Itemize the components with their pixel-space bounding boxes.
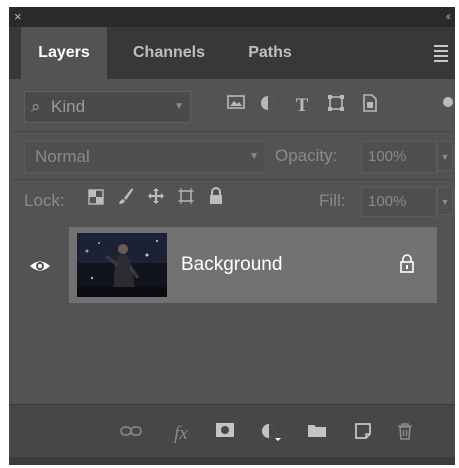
new-adjustment-layer-icon[interactable]: [259, 422, 283, 446]
lock-position-icon[interactable]: [145, 187, 167, 215]
smart-object-filter-icon[interactable]: [359, 94, 381, 118]
new-layer-icon[interactable]: [351, 422, 375, 446]
fill-label: Fill:: [319, 191, 346, 210]
blend-mode-value: Normal: [35, 147, 90, 166]
adjustment-filter-icon[interactable]: [257, 94, 279, 118]
lock-transparent-pixels-icon[interactable]: [85, 187, 107, 215]
chevron-down-icon: ▼: [249, 151, 259, 162]
tab-layers[interactable]: Layers: [21, 27, 107, 79]
layer-row[interactable]: Background: [9, 227, 455, 305]
search-icon: ⌕: [31, 97, 41, 116]
lock-icon: [399, 253, 415, 273]
filter-kind-select[interactable]: ⌕ Kind ▼: [24, 91, 191, 123]
lock-all-icon[interactable]: [205, 187, 227, 215]
tab-channels[interactable]: Channels: [113, 27, 225, 79]
blend-mode-select[interactable]: Normal ▼: [24, 141, 266, 173]
new-group-icon[interactable]: [305, 422, 329, 446]
fill-value: 100%: [368, 193, 407, 210]
opacity-value: 100%: [368, 148, 407, 165]
tab-bar: Layers Channels Paths: [9, 27, 455, 79]
layers-panel: × ‹‹ Layers Channels Paths ⌕ Kind ▼ T No…: [9, 7, 455, 465]
add-mask-icon[interactable]: [213, 422, 237, 446]
panel-titlebar: × ‹‹: [9, 7, 455, 27]
panel-body: ⌕ Kind ▼ T Normal ▼ Opacity: 100% ▼ Lock…: [9, 79, 455, 465]
fill-input[interactable]: 100%: [361, 187, 437, 217]
filter-toggle-icon[interactable]: [443, 97, 453, 107]
lock-artboard-icon[interactable]: [175, 187, 197, 215]
layer-thumbnail[interactable]: [77, 233, 167, 297]
eye-icon[interactable]: [29, 255, 51, 277]
panel-resize-handle[interactable]: [9, 457, 455, 465]
divider: [9, 131, 455, 132]
layers-bottom-toolbar: fx: [9, 404, 455, 465]
filter-kind-label: Kind: [51, 97, 86, 116]
fill-dropdown-icon[interactable]: ▼: [437, 187, 453, 215]
panel-menu-icon[interactable]: [431, 27, 451, 79]
chevron-down-icon: ▼: [174, 101, 184, 112]
collapse-icon[interactable]: ‹‹: [446, 9, 452, 25]
tab-paths[interactable]: Paths: [229, 27, 311, 79]
shape-filter-icon[interactable]: [325, 94, 347, 118]
opacity-label: Opacity:: [275, 146, 338, 165]
opacity-dropdown-icon[interactable]: ▼: [437, 141, 453, 171]
opacity-input[interactable]: 100%: [361, 141, 437, 173]
layer-selected-background[interactable]: Background: [69, 227, 437, 303]
delete-layer-icon[interactable]: [393, 422, 417, 446]
layer-name[interactable]: Background: [181, 227, 282, 303]
type-filter-icon[interactable]: T: [291, 94, 313, 118]
lock-image-pixels-icon[interactable]: [115, 187, 137, 215]
close-icon[interactable]: ×: [14, 9, 22, 25]
image-filter-icon[interactable]: [225, 94, 247, 118]
divider: [9, 179, 455, 180]
fx-icon[interactable]: fx: [169, 422, 193, 446]
link-layers-icon[interactable]: [119, 422, 143, 446]
lock-label: Lock:: [24, 191, 65, 210]
